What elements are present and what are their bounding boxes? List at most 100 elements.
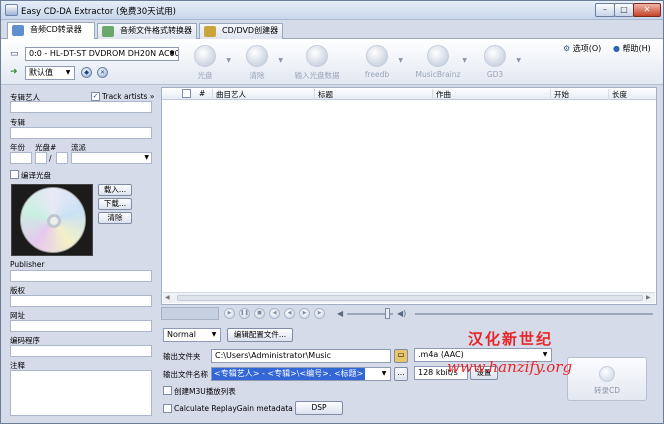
track-list[interactable]: # 曲目艺人 标题 作曲 开始 长度 ◀ ▶ (161, 87, 657, 305)
copyright-field[interactable] (10, 295, 152, 307)
chevron-down-icon: ▼ (169, 50, 175, 57)
disc-separator: / (49, 154, 52, 163)
comment-field[interactable] (10, 370, 152, 416)
volume-slider-thumb[interactable] (385, 308, 390, 319)
drive-select[interactable]: 0:0 - HL-DT-ST DVDROM DH20N AC00 ▼ (25, 47, 179, 61)
column-title[interactable]: 标题 (314, 89, 430, 100)
freedb-icon (366, 45, 388, 67)
time-display (161, 307, 219, 320)
column-track-artist[interactable]: 曲目艺人 (212, 89, 312, 100)
clear-button-label: 清除 (249, 71, 265, 80)
chevron-down-icon: ▼ (211, 331, 217, 338)
help-menu[interactable]: ● 帮助(H) (613, 43, 651, 54)
tab-cd-dvd-creator[interactable]: CD/DVD创建器 (199, 23, 283, 39)
column-composer[interactable]: 作曲 (432, 89, 548, 100)
create-playlist-checkbox[interactable] (163, 386, 172, 395)
filename-options-button[interactable]: … (394, 367, 408, 381)
publisher-field[interactable] (10, 270, 152, 282)
column-length[interactable]: 长度 (608, 89, 656, 100)
folder-icon: ▭ (397, 350, 405, 359)
chevron-down-icon: ▼ (65, 69, 71, 76)
compilation-label[interactable]: 编译光盘 (21, 170, 51, 181)
disc-number-field[interactable] (35, 152, 47, 164)
output-filename-field[interactable]: <专辑艺人> - <专辑>\<编号>. <标题> ▼ (211, 367, 391, 381)
output-filename-label: 输出文件名称 (163, 370, 208, 379)
tab-audio-converter[interactable]: 音频文件格式转换器 (97, 23, 197, 39)
options-menu[interactable]: ⚙ 选项(O) (563, 43, 601, 54)
forward-button[interactable]: ▶ (299, 308, 310, 319)
compilation-checkbox[interactable] (10, 170, 19, 179)
app-window: Easy CD-DA Extractor (免费30天试用) – □ ✕ 音频C… (0, 0, 664, 424)
minimize-button[interactable]: – (595, 3, 615, 17)
dsp-button[interactable]: DSP (295, 401, 343, 415)
create-playlist-label[interactable]: 创建M3U播放列表 (174, 386, 236, 397)
album-art-image (11, 184, 93, 256)
profile-delete-button[interactable]: ✕ (97, 67, 108, 78)
profile-select-value: 默认值 (29, 68, 53, 77)
seek-bar[interactable] (415, 313, 653, 315)
replaygain-label[interactable]: Calculate ReplayGain metadata (174, 404, 293, 413)
quality-value: Normal (167, 330, 196, 339)
tab-cd-ripper[interactable]: 音频CD转录器 (7, 22, 95, 40)
cd-ripper-icon (12, 25, 24, 36)
download-art-button[interactable]: 下载... (98, 198, 132, 210)
profile-select[interactable]: 默认值 ▼ (25, 66, 75, 80)
input-disc-data-button[interactable]: 输入光盘数据 (287, 43, 347, 83)
audio-converter-icon (102, 26, 114, 37)
album-artist-field[interactable] (10, 101, 152, 113)
stop-button[interactable]: ■ (254, 308, 265, 319)
disc-button-label: 光盘 (197, 71, 213, 80)
replaygain-checkbox[interactable] (163, 404, 172, 413)
track-list-header: # 曲目艺人 标题 作曲 开始 长度 (162, 88, 656, 100)
output-filename-value: <专辑艺人> - <专辑>\<编号>. <标题> (212, 368, 366, 380)
title-bar: Easy CD-DA Extractor (免费30天试用) – □ ✕ (1, 1, 663, 20)
input-disc-data-label: 输入光盘数据 (294, 71, 340, 80)
previous-button[interactable]: ◀ (269, 308, 280, 319)
horizontal-scrollbar[interactable]: ◀ ▶ (163, 292, 655, 303)
rewind-button[interactable]: ◀ (284, 308, 295, 319)
load-art-button[interactable]: 载入... (98, 184, 132, 196)
edit-profile-button[interactable]: 编辑配置文件... (227, 328, 293, 342)
column-number[interactable]: # (196, 89, 210, 100)
chevron-down-icon: ▼ (381, 370, 387, 377)
chevron-down-icon: ▼ (516, 57, 521, 64)
next-button[interactable]: ▶ (314, 308, 325, 319)
musicbrainz-icon (427, 45, 449, 67)
drive-icon: ▭ (10, 49, 19, 59)
profile-save-button[interactable]: ◆ (81, 67, 92, 78)
browse-folder-button[interactable]: ▭ (394, 349, 408, 363)
column-start[interactable]: 开始 (550, 89, 606, 100)
input-disc-data-icon (306, 45, 328, 67)
disc-button[interactable]: 光盘 ▼ (179, 43, 231, 83)
disc-total-field[interactable] (56, 152, 68, 164)
tab-label: 音频CD转录器 (30, 25, 82, 34)
mode-tabs: 音频CD转录器 音频文件格式转换器 CD/DVD创建器 (1, 20, 663, 40)
track-artists-checkbox[interactable]: ✓ (91, 92, 100, 101)
watermark-logo-url: www.hanzify.org (447, 358, 573, 376)
freedb-button[interactable]: freedb ▼ (351, 43, 403, 83)
volume-high-icon: ◀) (397, 309, 407, 318)
url-field[interactable] (10, 320, 152, 332)
genre-select[interactable]: ▼ (71, 152, 152, 164)
pause-button[interactable]: ❚❚ (239, 308, 250, 319)
publisher-label: Publisher (10, 260, 45, 269)
scroll-right-icon: ▶ (646, 294, 651, 301)
select-all-checkbox[interactable] (182, 89, 191, 98)
year-field[interactable] (10, 152, 32, 164)
encoder-field[interactable] (10, 345, 152, 357)
track-artists-label[interactable]: Track artists » (102, 92, 154, 101)
gd3-icon (484, 45, 506, 67)
output-folder-field[interactable]: C:\Users\Administrator\Music (211, 349, 391, 363)
scrollbar-thumb[interactable] (177, 295, 643, 301)
gd3-button[interactable]: GD3 ▼ (469, 43, 521, 83)
maximize-button[interactable]: □ (614, 3, 634, 17)
musicbrainz-button[interactable]: MusicBrainz ▼ (409, 43, 467, 83)
close-button[interactable]: ✕ (633, 3, 661, 17)
play-button[interactable]: ▶ (224, 308, 235, 319)
rip-cd-button[interactable]: 转录CD (567, 357, 647, 401)
album-field[interactable] (10, 127, 152, 139)
clear-button[interactable]: 清除 ▼ (231, 43, 283, 83)
quality-select[interactable]: Normal ▼ (163, 328, 221, 342)
options-icon: ⚙ (563, 44, 571, 53)
clear-art-button[interactable]: 清除 (98, 212, 132, 224)
